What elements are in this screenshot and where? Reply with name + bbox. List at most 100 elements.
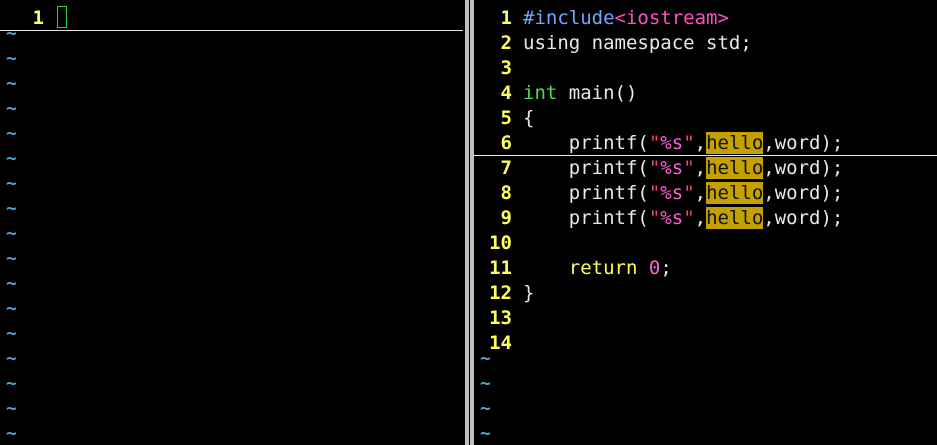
line-content: printf("%s",hello,word); [523, 181, 843, 206]
right-editor-pane[interactable]: 1 #include<iostream> 2 using namespace s… [474, 0, 937, 445]
string-quote: " [683, 182, 695, 204]
printf-tail: ,word); [763, 132, 844, 154]
format-specifier: %s [660, 207, 684, 229]
printf-call: printf( [523, 157, 649, 179]
printf-call: printf( [523, 207, 649, 229]
search-match-highlight: hello [706, 182, 764, 204]
comma: , [694, 132, 707, 154]
left-line-1[interactable]: 1 [0, 6, 463, 31]
format-specifier: %s [660, 182, 684, 204]
empty-line-tilde: ~ [6, 148, 17, 169]
printf-call: printf( [523, 182, 649, 204]
code-line[interactable]: 6 printf("%s",hello,word); [474, 131, 937, 156]
include-header: <iostream> [614, 7, 729, 29]
code-line[interactable]: 11 return 0; [474, 256, 937, 281]
line-content: #include<iostream> [523, 6, 729, 31]
line-content: return 0; [523, 256, 672, 281]
code-line[interactable]: 3 [474, 56, 937, 81]
code-line[interactable]: 13 [474, 306, 937, 331]
empty-line-tilde: ~ [6, 348, 17, 369]
empty-line-tilde: ~ [6, 373, 17, 394]
code-line[interactable]: 9 printf("%s",hello,word); [474, 206, 937, 231]
printf-tail: ,word); [763, 207, 844, 229]
empty-line-tilde: ~ [6, 198, 17, 219]
line-number: 2 [500, 32, 512, 54]
line-number: 1 [500, 7, 512, 29]
line-number: 5 [500, 107, 512, 129]
string-quote: " [648, 207, 661, 229]
comma: , [694, 182, 707, 204]
line-number: 8 [500, 182, 512, 204]
line-number: 10 [489, 232, 512, 254]
line-content: } [523, 282, 535, 304]
code-line[interactable]: 4 int main() [474, 81, 937, 106]
code-line[interactable]: 5 { [474, 106, 937, 131]
cursorline-underline [0, 30, 463, 31]
search-match-highlight: hello [706, 207, 764, 229]
line-number: 9 [500, 207, 512, 229]
line-content: { [523, 107, 535, 129]
empty-line-tilde: ~ [480, 423, 491, 444]
printf-tail: ,word); [763, 182, 844, 204]
string-quote: " [683, 132, 695, 154]
string-quote: " [648, 132, 661, 154]
search-match-highlight: hello [706, 132, 764, 154]
semicolon: ; [660, 257, 672, 279]
line-number: 13 [489, 307, 512, 329]
code-line[interactable]: 10 [474, 231, 937, 256]
left-editor-pane[interactable]: 1 ~ ~ ~ ~ ~ ~ ~ ~ ~ ~ ~ ~ ~ ~ ~ ~ ~ [0, 0, 463, 445]
format-specifier: %s [660, 157, 684, 179]
empty-line-tilde: ~ [6, 23, 17, 44]
code-line[interactable]: 1 #include<iostream> [474, 6, 937, 31]
comma: , [694, 207, 707, 229]
string-quote: " [683, 207, 695, 229]
string-quote: " [648, 182, 661, 204]
code-line[interactable]: 8 printf("%s",hello,word); [474, 181, 937, 206]
empty-line-tilde: ~ [480, 348, 491, 369]
empty-line-tilde: ~ [6, 73, 17, 94]
type-keyword: int [523, 82, 558, 104]
empty-line-tilde: ~ [480, 373, 491, 394]
empty-line-tilde: ~ [6, 273, 17, 294]
line-content[interactable] [57, 6, 67, 31]
code-line[interactable]: 7 printf("%s",hello,word); [474, 156, 937, 181]
empty-line-tilde: ~ [6, 248, 17, 269]
window-split-divider[interactable] [465, 0, 469, 445]
text-cursor [57, 6, 67, 28]
empty-line-tilde: ~ [6, 423, 17, 444]
line-content: using namespace std; [523, 32, 752, 54]
string-quote: " [648, 157, 661, 179]
empty-line-tilde: ~ [6, 298, 17, 319]
empty-line-tilde: ~ [480, 398, 491, 419]
line-content: printf("%s",hello,word); [523, 206, 843, 231]
line-content: printf("%s",hello,word); [523, 131, 843, 156]
line-number: 11 [489, 257, 512, 279]
line-number: 4 [500, 82, 512, 104]
search-match-highlight: hello [706, 157, 764, 179]
line-content: int main() [523, 81, 637, 106]
code-line[interactable]: 12 } [474, 281, 937, 306]
empty-line-tilde: ~ [6, 323, 17, 344]
empty-line-tilde: ~ [6, 123, 17, 144]
preprocessor-directive: #include [523, 7, 615, 29]
empty-line-tilde: ~ [6, 223, 17, 244]
empty-line-tilde: ~ [6, 173, 17, 194]
printf-call: printf( [523, 132, 649, 154]
line-number: 3 [500, 57, 512, 79]
format-specifier: %s [660, 132, 684, 154]
function-signature: main() [557, 82, 638, 104]
empty-line-tilde: ~ [6, 398, 17, 419]
comma: , [694, 157, 707, 179]
string-quote: " [683, 157, 695, 179]
return-keyword: return [568, 257, 638, 279]
line-number: 12 [489, 282, 512, 304]
empty-line-tilde: ~ [6, 48, 17, 69]
printf-tail: ,word); [763, 157, 844, 179]
return-value: 0 [648, 257, 661, 279]
line-number: 7 [500, 157, 512, 179]
code-line[interactable]: 2 using namespace std; [474, 31, 937, 56]
line-number: 6 [500, 132, 512, 154]
line-content: printf("%s",hello,word); [523, 156, 843, 181]
empty-line-tilde: ~ [6, 98, 17, 119]
code-line[interactable]: 14 [474, 331, 937, 356]
